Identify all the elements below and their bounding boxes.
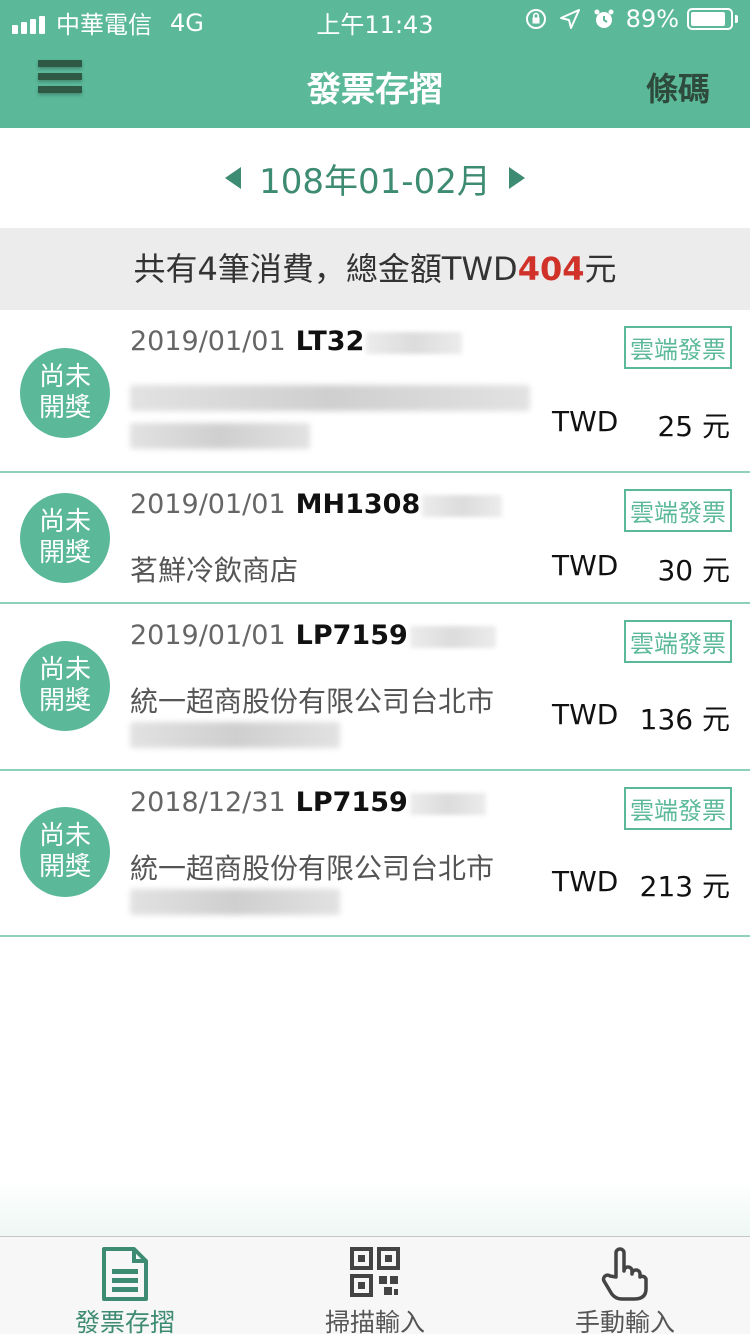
- summary-prefix: 共有4筆消費，總金額TWD: [133, 250, 518, 288]
- store-name: 統一超商股份有限公司台北市: [130, 685, 495, 718]
- previous-period-icon[interactable]: [225, 167, 242, 189]
- invoice-number: MH1308: [295, 489, 421, 520]
- invoice-amount: 136 元: [639, 703, 730, 736]
- page-title: 發票存摺: [307, 70, 443, 110]
- redacted-store-name: [130, 889, 340, 915]
- prize-status-badge: 尚未 開獎: [20, 348, 110, 438]
- invoice-row[interactable]: 尚未 開獎 2019/01/01 LT32 雲端發票 TWD 25 元: [0, 310, 750, 473]
- prize-status-line1: 尚未: [38, 655, 91, 685]
- invoice-amount: 25 元: [657, 410, 730, 443]
- invoice-row[interactable]: 尚未 開獎 2019/01/01 MH1308 雲端發票 茗鮮冷飲商店 TWD 3…: [0, 473, 750, 604]
- invoice-number: LP7159: [295, 787, 408, 818]
- currency-label: TWD: [552, 549, 619, 582]
- invoice-date: 2019/01/01: [130, 326, 286, 357]
- invoice-list: 尚未 開獎 2019/01/01 LT32 雲端發票 TWD 25 元 尚未 開獎…: [0, 310, 750, 937]
- tab-label: 發票存摺: [74, 1308, 175, 1334]
- redacted-number: [409, 792, 486, 815]
- app-header: 發票存摺 條碼: [0, 40, 750, 128]
- invoice-date-line: 2019/01/01 LP7159: [130, 620, 496, 651]
- invoice-number: LT32: [295, 326, 365, 357]
- cloud-invoice-tag: 雲端發票: [624, 326, 732, 369]
- prize-status-badge: 尚未 開獎: [20, 807, 110, 897]
- prize-status-badge: 尚未 開獎: [20, 641, 110, 731]
- store-name: 茗鮮冷飲商店: [130, 554, 299, 587]
- prize-status-line2: 開獎: [38, 393, 91, 423]
- invoice-number: LP7159: [295, 620, 408, 651]
- prize-status-line2: 開獎: [38, 852, 91, 882]
- period-label: 108年01-02月: [259, 161, 491, 202]
- status-bar: 中華電信 4G 上午11:43 89%: [0, 0, 750, 40]
- redacted-number: [366, 331, 463, 354]
- redacted-store-name: [130, 385, 530, 411]
- next-period-icon[interactable]: [508, 167, 525, 189]
- prize-status-line1: 尚未: [38, 507, 91, 537]
- redacted-number: [422, 494, 503, 517]
- tab-label: 手動輸入: [574, 1308, 675, 1334]
- bottom-tab-bar: 發票存摺 掃描輸入 手動輸入: [0, 1236, 750, 1334]
- tab-label: 掃描輸入: [324, 1308, 425, 1334]
- location-arrow-icon: [559, 9, 580, 29]
- tab-scan-input[interactable]: 掃描輸入: [250, 1237, 500, 1334]
- qr-code-icon: [350, 1247, 400, 1297]
- battery-icon: [687, 8, 738, 30]
- invoice-date: 2019/01/01: [130, 489, 286, 520]
- period-selector: 108年01-02月: [0, 128, 750, 228]
- currency-label: TWD: [552, 405, 619, 438]
- invoice-row[interactable]: 尚未 開獎 2019/01/01 LP7159 雲端發票 統一超商股份有限公司台北…: [0, 604, 750, 771]
- cloud-invoice-tag: 雲端發票: [624, 489, 732, 532]
- invoice-row[interactable]: 尚未 開獎 2018/12/31 LP7159 雲端發票 統一超商股份有限公司台北…: [0, 771, 750, 937]
- prize-status-line1: 尚未: [38, 362, 91, 392]
- redacted-store-name: [130, 423, 310, 449]
- cloud-invoice-tag: 雲端發票: [624, 787, 732, 830]
- orientation-lock-icon: [525, 9, 546, 29]
- invoice-amount: 213 元: [639, 870, 730, 903]
- document-icon: [102, 1247, 148, 1301]
- invoice-date: 2019/01/01: [130, 620, 286, 651]
- battery-fill: [691, 12, 725, 26]
- summary-suffix: 元: [584, 250, 617, 288]
- redacted-store-name: [130, 722, 340, 748]
- prize-status-line1: 尚未: [38, 821, 91, 851]
- spending-summary: 共有4筆消費，總金額TWD404元: [0, 228, 750, 310]
- invoice-date: 2018/12/31: [130, 787, 286, 818]
- redacted-number: [409, 625, 496, 648]
- cloud-invoice-tag: 雲端發票: [624, 620, 732, 663]
- invoice-date-line: 2019/01/01 LT32: [130, 326, 463, 357]
- prize-status-line2: 開獎: [38, 686, 91, 716]
- barcode-button[interactable]: 條碼: [646, 64, 710, 110]
- invoice-amount: 30 元: [657, 554, 730, 587]
- currency-label: TWD: [552, 698, 619, 731]
- tab-manual-input[interactable]: 手動輸入: [500, 1237, 750, 1334]
- hamburger-menu-icon[interactable]: [38, 60, 82, 100]
- invoice-date-line: 2018/12/31 LP7159: [130, 787, 486, 818]
- alarm-clock-icon: [594, 9, 614, 28]
- tab-bar-fade: [0, 1180, 750, 1236]
- summary-total: 404: [517, 250, 585, 288]
- invoice-date-line: 2019/01/01 MH1308: [130, 489, 503, 520]
- store-name: 統一超商股份有限公司台北市: [130, 852, 495, 885]
- hand-pointer-icon: [601, 1247, 648, 1301]
- prize-status-line2: 開獎: [38, 538, 91, 568]
- status-right: 89%: [524, 5, 738, 33]
- currency-label: TWD: [552, 865, 619, 898]
- tab-invoice-book[interactable]: 發票存摺: [0, 1237, 250, 1334]
- battery-percent: 89%: [625, 5, 679, 33]
- prize-status-badge: 尚未 開獎: [20, 493, 110, 583]
